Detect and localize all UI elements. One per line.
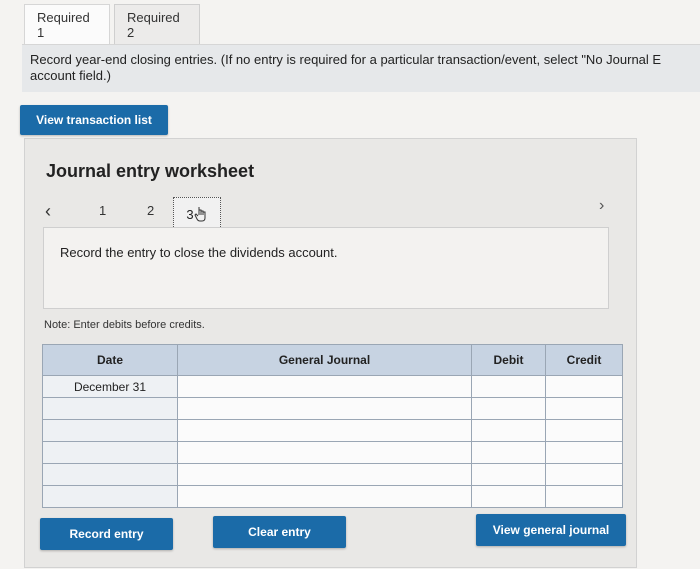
page-3-label: 3 [186, 206, 194, 222]
debit-cell[interactable] [471, 485, 546, 508]
table-row [42, 485, 623, 508]
view-transaction-list-button[interactable]: View transaction list [20, 105, 168, 135]
instruction-line-2: account field.) [30, 68, 111, 83]
date-cell[interactable] [42, 397, 178, 420]
table-row [42, 419, 623, 442]
credit-cell[interactable] [545, 419, 623, 442]
view-general-journal-button[interactable]: View general journal [476, 514, 626, 546]
instruction-line-1: Record year-end closing entries. (If no … [30, 52, 662, 67]
account-cell[interactable] [177, 463, 472, 486]
table-row: December 31 [42, 375, 623, 398]
credit-cell[interactable] [545, 397, 623, 420]
credit-cell[interactable] [545, 485, 623, 508]
clear-entry-button[interactable]: Clear entry [213, 516, 346, 548]
tab-required-1[interactable]: Required 1 [24, 4, 110, 44]
worksheet-title: Journal entry worksheet [46, 161, 255, 181]
column-header-general-journal: General Journal [177, 344, 472, 376]
column-header-debit: Debit [471, 344, 546, 376]
account-cell[interactable] [177, 441, 472, 464]
page-2-link[interactable]: 2 [147, 203, 154, 218]
chevron-right-icon[interactable]: › [599, 197, 604, 215]
tab-required-2[interactable]: Required 2 [114, 4, 200, 44]
credit-cell[interactable] [545, 441, 623, 464]
journal-header-row: Date General Journal Debit Credit [42, 344, 623, 376]
journal-entry-worksheet-panel: Journal entry worksheet ‹ 1 2 3 › Record… [24, 138, 637, 568]
debit-cell[interactable] [471, 397, 546, 420]
table-row [42, 397, 623, 420]
entry-description: Record the entry to close the dividends … [43, 227, 609, 309]
date-cell[interactable]: December 31 [42, 375, 178, 398]
date-cell[interactable] [42, 419, 178, 442]
account-cell[interactable] [177, 485, 472, 508]
journal-table: Date General Journal Debit Credit Decemb… [42, 344, 623, 508]
debit-cell[interactable] [471, 463, 546, 486]
debit-cell[interactable] [471, 419, 546, 442]
record-entry-button[interactable]: Record entry [40, 518, 173, 550]
debit-cell[interactable] [471, 441, 546, 464]
credit-cell[interactable] [545, 375, 623, 398]
column-header-date: Date [42, 344, 178, 376]
credit-cell[interactable] [545, 463, 623, 486]
account-cell[interactable] [177, 397, 472, 420]
page-3-current[interactable]: 3 [173, 197, 221, 231]
page-1-link[interactable]: 1 [99, 203, 106, 218]
column-header-credit: Credit [545, 344, 623, 376]
hand-pointer-icon [194, 207, 206, 222]
entry-prompt: Record the entry to close the dividends … [60, 245, 338, 260]
date-cell[interactable] [42, 463, 178, 486]
account-cell[interactable] [177, 375, 472, 398]
chevron-left-icon[interactable]: ‹ [45, 201, 51, 222]
date-cell[interactable] [42, 441, 178, 464]
table-row [42, 441, 623, 464]
debit-cell[interactable] [471, 375, 546, 398]
account-cell[interactable] [177, 419, 472, 442]
tab-bar: Required 1 Required 2 [24, 4, 200, 44]
table-row [42, 463, 623, 486]
debit-credit-note: Note: Enter debits before credits. [44, 319, 205, 331]
instruction-banner: Record year-end closing entries. (If no … [22, 44, 700, 92]
date-cell[interactable] [42, 485, 178, 508]
